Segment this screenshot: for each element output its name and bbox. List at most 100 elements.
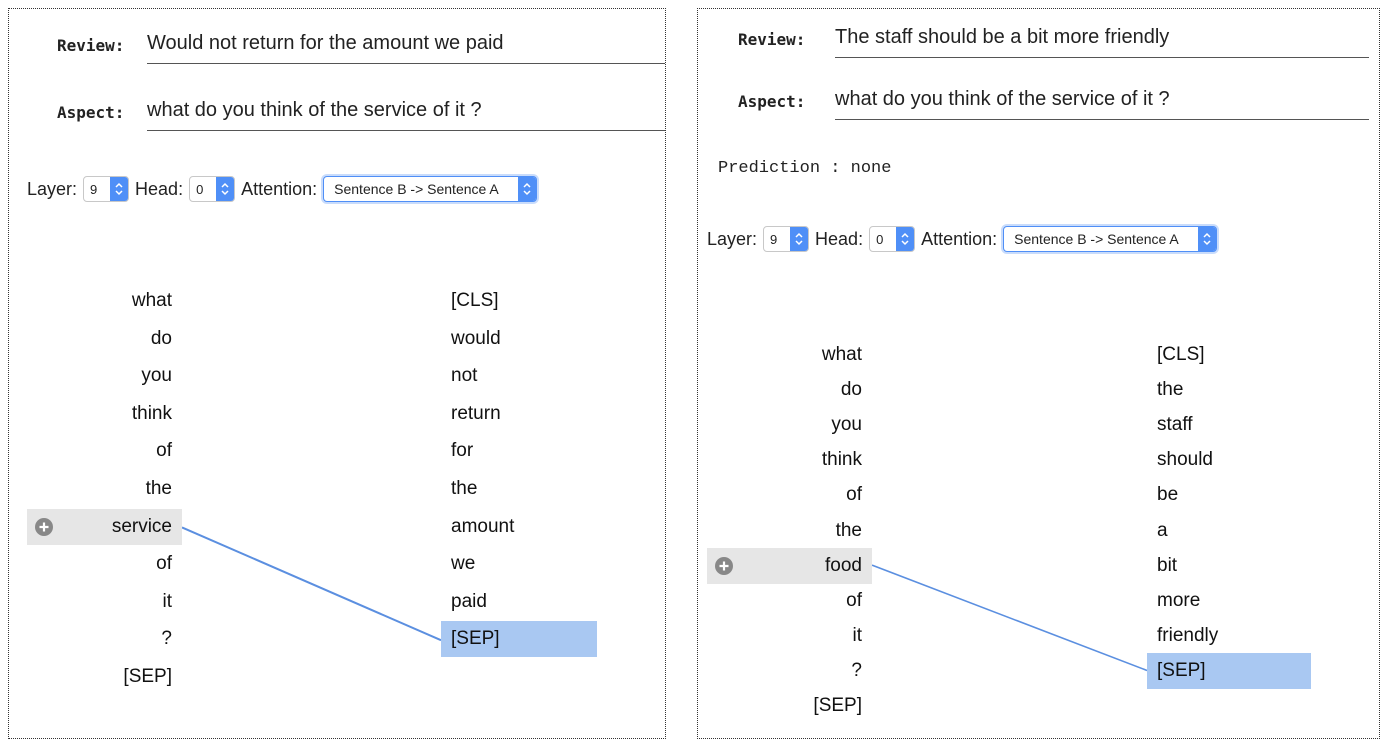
- head-select[interactable]: 0: [869, 226, 916, 252]
- aspect-label: Aspect:: [57, 103, 125, 122]
- attention-controls: Layer: 9 Head: 0 Attention: Sentence B -…: [707, 226, 1218, 252]
- token-label: staff: [1157, 414, 1193, 436]
- selected-query-token[interactable]: food: [707, 547, 872, 584]
- key-token[interactable]: not: [441, 358, 597, 394]
- key-token[interactable]: the: [1147, 372, 1311, 408]
- token-label: food: [825, 554, 862, 576]
- attention-panel-right: Review: The staff should be a bit more f…: [697, 8, 1380, 739]
- token-label: think: [131, 402, 172, 424]
- key-token[interactable]: paid: [441, 584, 597, 620]
- query-token[interactable]: do: [707, 372, 872, 408]
- token-label: it: [162, 590, 173, 612]
- token-label: think: [821, 449, 862, 471]
- token-label: amount: [451, 515, 515, 537]
- key-token[interactable]: friendly: [1147, 618, 1311, 654]
- query-token[interactable]: [SEP]: [707, 688, 872, 724]
- plus-circle-icon[interactable]: [35, 517, 53, 536]
- updown-arrow-icon: [896, 227, 915, 251]
- key-token[interactable]: would: [441, 321, 597, 357]
- updown-arrow-icon: [518, 177, 537, 201]
- token-label: [CLS]: [451, 290, 499, 311]
- token-label: it: [852, 624, 863, 646]
- attention-label: Attention:: [241, 178, 318, 199]
- key-token[interactable]: for: [441, 433, 597, 469]
- query-token[interactable]: the: [27, 471, 182, 507]
- token-label: return: [451, 402, 501, 424]
- query-token[interactable]: think: [707, 442, 872, 478]
- aspect-input[interactable]: what do you think of the service of it ?: [147, 99, 665, 131]
- token-label: you: [141, 365, 172, 387]
- token-label: ?: [161, 628, 172, 650]
- head-select[interactable]: 0: [189, 176, 236, 202]
- token-label: [SEP]: [1157, 659, 1206, 681]
- key-token[interactable]: be: [1147, 477, 1311, 513]
- query-token[interactable]: do: [27, 321, 182, 357]
- updown-arrow-icon: [790, 227, 809, 251]
- query-token[interactable]: [SEP]: [27, 659, 182, 695]
- query-token[interactable]: think: [27, 396, 182, 432]
- query-token[interactable]: what: [707, 337, 872, 373]
- key-token[interactable]: the: [441, 471, 597, 507]
- key-token[interactable]: [CLS]: [1147, 337, 1311, 373]
- query-token[interactable]: ?: [27, 621, 182, 657]
- layer-value: 9: [90, 181, 98, 197]
- token-label: for: [451, 440, 474, 462]
- token-label: of: [846, 589, 862, 611]
- token-label: [SEP]: [813, 695, 862, 716]
- attention-label: Attention:: [921, 228, 998, 249]
- aspect-input[interactable]: what do you think of the service of it ?: [835, 88, 1369, 120]
- query-token[interactable]: it: [707, 618, 872, 654]
- head-label: Head:: [135, 178, 184, 199]
- attention-select[interactable]: Sentence B -> Sentence A: [323, 176, 538, 202]
- attention-select[interactable]: Sentence B -> Sentence A: [1003, 226, 1218, 252]
- query-token[interactable]: you: [707, 407, 872, 443]
- layer-select[interactable]: 9: [83, 176, 130, 202]
- key-token[interactable]: staff: [1147, 407, 1311, 443]
- key-token[interactable]: should: [1147, 442, 1311, 478]
- review-label: Review:: [738, 30, 806, 49]
- review-input[interactable]: The staff should be a bit more friendly: [835, 26, 1369, 58]
- query-token[interactable]: it: [27, 584, 182, 620]
- query-token[interactable]: you: [27, 358, 182, 394]
- query-token[interactable]: of: [27, 433, 182, 469]
- plus-circle-icon[interactable]: [715, 556, 733, 575]
- selected-key-token[interactable]: [SEP]: [1147, 652, 1311, 689]
- review-input[interactable]: Would not return for the amount we paid: [147, 32, 665, 64]
- token-label: do: [150, 327, 172, 349]
- selected-query-token[interactable]: service: [27, 508, 182, 545]
- token-label: [CLS]: [1157, 344, 1205, 365]
- query-token[interactable]: of: [707, 477, 872, 513]
- key-token[interactable]: a: [1147, 513, 1311, 549]
- key-token[interactable]: return: [441, 396, 597, 432]
- token-label: the: [835, 519, 862, 541]
- token-label: service: [111, 515, 172, 537]
- token-label: the: [1157, 379, 1184, 401]
- layer-select[interactable]: 9: [763, 226, 810, 252]
- key-token[interactable]: bit: [1147, 548, 1311, 584]
- attention-controls: Layer: 9 Head: 0 Attention: Sentence B -…: [27, 176, 538, 202]
- token-label: the: [145, 478, 172, 499]
- layer-label: Layer:: [707, 228, 758, 249]
- query-token[interactable]: ?: [707, 653, 872, 689]
- key-token[interactable]: [CLS]: [441, 283, 597, 319]
- token-label: [SEP]: [123, 666, 172, 687]
- query-token[interactable]: of: [27, 546, 182, 582]
- layer-value: 9: [770, 231, 778, 247]
- attention-line: [181, 526, 442, 642]
- head-label: Head:: [815, 228, 864, 249]
- token-label: be: [1157, 484, 1179, 506]
- query-token[interactable]: of: [707, 583, 872, 619]
- key-token[interactable]: we: [441, 546, 597, 582]
- key-token[interactable]: more: [1147, 583, 1311, 619]
- query-token[interactable]: the: [707, 513, 872, 549]
- token-label: a: [1157, 519, 1168, 541]
- query-token[interactable]: what: [27, 283, 182, 319]
- key-token[interactable]: amount: [441, 509, 597, 545]
- updown-arrow-icon: [110, 177, 129, 201]
- attention-visualization: what do you think of the service of it? [SEP] [CLS…: [9, 283, 667, 703]
- selected-key-token[interactable]: [SEP]: [441, 621, 597, 658]
- token-label: the: [451, 478, 478, 499]
- token-label: paid: [451, 590, 487, 612]
- token-label: would: [451, 327, 501, 349]
- updown-arrow-icon: [1198, 227, 1217, 251]
